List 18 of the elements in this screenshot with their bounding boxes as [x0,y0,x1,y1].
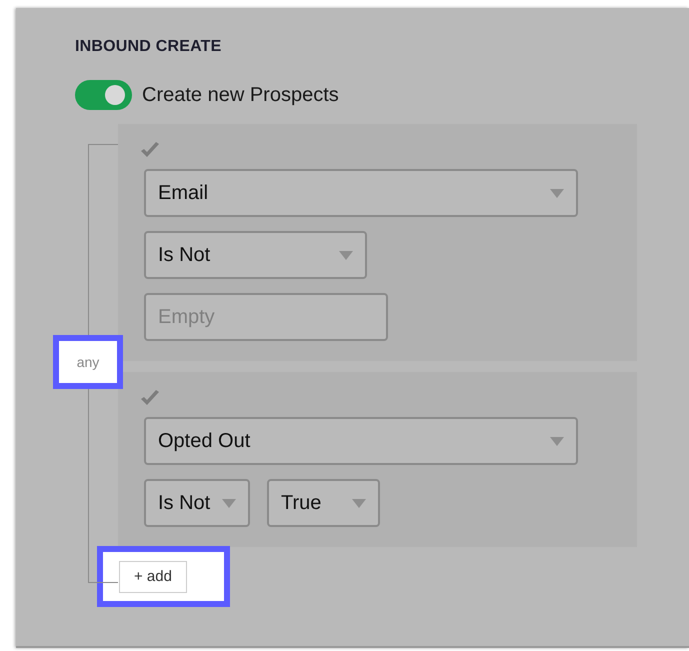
check-icon[interactable] [140,390,160,407]
match-label[interactable]: any [53,335,123,389]
section-title: INBOUND CREATE [75,38,223,56]
toggle-switch[interactable] [75,80,132,110]
check-icon[interactable] [140,142,160,159]
select-field[interactable]: Email [144,169,578,217]
select-field[interactable]: Opted Out [144,417,578,465]
caret-icon [550,436,564,446]
select-field[interactable]: Is Not [144,231,367,279]
select-field[interactable]: True [267,479,380,527]
caret-icon [339,250,353,260]
toggle-label: Create new Prospects [142,84,339,106]
caret-icon [550,188,564,198]
caret-icon [352,498,366,508]
add-button[interactable]: + add [119,560,187,592]
select-field[interactable]: Is Not [144,479,250,527]
caret-icon [222,498,236,508]
input-field[interactable]: Empty [144,293,388,341]
